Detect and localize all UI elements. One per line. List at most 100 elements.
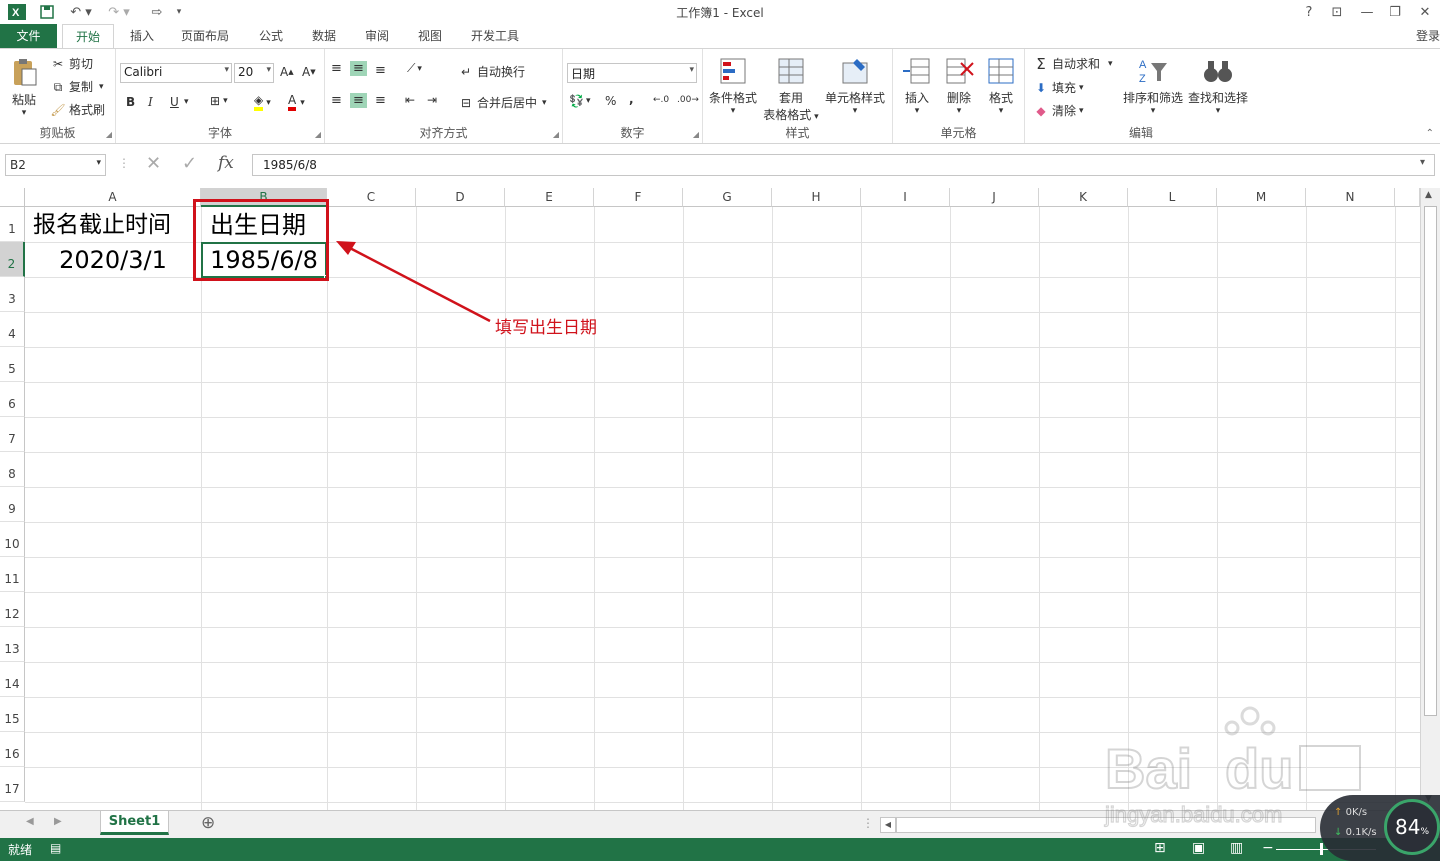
- column-header-d[interactable]: D: [416, 188, 505, 207]
- help-button[interactable]: ?: [1294, 2, 1324, 22]
- collapse-ribbon-icon[interactable]: ⌃: [1426, 128, 1434, 139]
- column-header-e[interactable]: E: [505, 188, 594, 207]
- column-header-a[interactable]: A: [25, 188, 201, 207]
- column-header-l[interactable]: L: [1128, 188, 1217, 207]
- close-icon[interactable]: ✕: [1410, 2, 1440, 22]
- orientation-icon[interactable]: ⟋ ▾: [407, 61, 422, 76]
- currency-format-icon[interactable]: 💱 ▾: [569, 94, 590, 108]
- cell-a2[interactable]: 2020/3/1: [25, 243, 201, 277]
- align-center-icon[interactable]: ≡: [350, 93, 367, 108]
- cell-styles-button[interactable]: 单元格样式 ▾: [823, 55, 887, 116]
- page-break-view-icon[interactable]: ▥: [1230, 840, 1243, 856]
- cancel-icon[interactable]: ✕: [146, 153, 161, 174]
- decrease-indent-icon[interactable]: ⇤: [405, 93, 415, 107]
- row-header-3[interactable]: 3: [0, 277, 25, 312]
- paste-button[interactable]: 粘贴 ▾: [4, 57, 44, 118]
- tab-developer[interactable]: 开发工具: [462, 24, 528, 49]
- clear-button[interactable]: ◆ 清除 ▾: [1033, 102, 1083, 119]
- insert-cells-button[interactable]: 插入 ▾: [897, 55, 937, 116]
- vertical-scrollbar[interactable]: ▲ ▼: [1420, 188, 1440, 810]
- normal-view-icon[interactable]: ⊞: [1154, 840, 1166, 856]
- find-select-button[interactable]: 查找和选择 ▾: [1185, 55, 1251, 116]
- column-header-m[interactable]: M: [1217, 188, 1306, 207]
- tab-page-layout[interactable]: 页面布局: [172, 24, 238, 49]
- column-header-i[interactable]: I: [861, 188, 950, 207]
- row-header-5[interactable]: 5: [0, 347, 25, 382]
- column-header-f[interactable]: F: [594, 188, 683, 207]
- column-header-h[interactable]: H: [772, 188, 861, 207]
- page-layout-view-icon[interactable]: ▣: [1192, 840, 1205, 856]
- increase-font-size-icon[interactable]: A ▲: [280, 65, 294, 79]
- align-top-icon[interactable]: ≡: [331, 61, 342, 76]
- row-header-12[interactable]: 12: [0, 592, 25, 627]
- dialog-launcher-icon[interactable]: ◢: [553, 130, 559, 139]
- column-header-k[interactable]: K: [1039, 188, 1128, 207]
- row-header-11[interactable]: 11: [0, 557, 25, 592]
- merge-center-button[interactable]: ⊟ 合并后居中 ▾: [458, 94, 547, 111]
- tab-formulas[interactable]: 公式: [250, 24, 292, 49]
- column-header-partial[interactable]: [1395, 188, 1420, 207]
- wrap-text-button[interactable]: ↵ 自动换行: [458, 63, 525, 80]
- column-header-c[interactable]: C: [327, 188, 416, 207]
- comma-style-button[interactable]: ,: [629, 92, 634, 106]
- zoom-out-icon[interactable]: −: [1262, 840, 1274, 856]
- italic-button[interactable]: I: [148, 95, 153, 109]
- borders-icon[interactable]: ⊞ ▾: [210, 94, 228, 108]
- sort-filter-button[interactable]: AZ 排序和筛选 ▾: [1121, 55, 1185, 116]
- autosum-button[interactable]: Σ 自动求和 ▾: [1033, 55, 1112, 72]
- font-name-select[interactable]: Calibri ▾: [120, 63, 232, 83]
- row-header-8[interactable]: 8: [0, 452, 25, 487]
- fill-button[interactable]: ⬇ 填充 ▾: [1033, 79, 1084, 96]
- percent-style-button[interactable]: %: [605, 94, 616, 108]
- zoom-slider-thumb[interactable]: [1320, 843, 1323, 855]
- dialog-launcher-icon[interactable]: ◢: [693, 130, 699, 139]
- cut-button[interactable]: ✂ 剪切: [50, 55, 93, 72]
- restore-icon[interactable]: ❐: [1380, 2, 1410, 22]
- underline-options-icon[interactable]: ▾: [184, 97, 189, 107]
- tab-file[interactable]: 文件: [0, 24, 57, 49]
- format-painter-button[interactable]: 🖌 格式刷: [50, 101, 105, 118]
- increase-indent-icon[interactable]: ⇥: [427, 93, 437, 107]
- row-header-14[interactable]: 14: [0, 662, 25, 697]
- tab-home[interactable]: 开始: [62, 24, 114, 49]
- font-size-select[interactable]: 20 ▾: [234, 63, 274, 83]
- column-header-g[interactable]: G: [683, 188, 772, 207]
- row-header-17[interactable]: 17: [0, 767, 25, 802]
- select-all-button[interactable]: [0, 188, 25, 207]
- decrease-decimal-icon[interactable]: .00→: [677, 95, 699, 105]
- vertical-scroll-thumb[interactable]: [1424, 206, 1437, 716]
- align-middle-icon[interactable]: ≡: [350, 61, 367, 76]
- increase-decimal-icon[interactable]: ←.0: [653, 95, 669, 105]
- ribbon-display-options-icon[interactable]: ⊡: [1322, 2, 1352, 22]
- number-format-select[interactable]: 日期 ▾: [567, 63, 697, 83]
- minimize-icon[interactable]: —: [1352, 2, 1382, 22]
- row-header-16[interactable]: 16: [0, 732, 25, 767]
- align-right-icon[interactable]: ≡: [375, 93, 386, 108]
- sign-in-link[interactable]: 登录: [1416, 27, 1440, 44]
- row-header-2[interactable]: 2: [0, 242, 25, 277]
- row-header-1[interactable]: 1: [0, 207, 25, 242]
- copy-button[interactable]: ⧉ 复制 ▾: [50, 78, 104, 95]
- row-header-10[interactable]: 10: [0, 522, 25, 557]
- decrease-font-size-icon[interactable]: A ▼: [302, 65, 316, 79]
- tab-split-handle[interactable]: ⋮: [862, 816, 874, 830]
- align-bottom-icon[interactable]: ≡: [375, 63, 386, 78]
- scroll-sheets-right-icon[interactable]: ▶: [54, 816, 62, 827]
- name-box[interactable]: B2 ▾: [5, 154, 106, 176]
- tab-view[interactable]: 视图: [409, 24, 451, 49]
- scroll-sheets-left-icon[interactable]: ◀: [26, 816, 34, 827]
- tab-review[interactable]: 审阅: [356, 24, 398, 49]
- delete-cells-button[interactable]: 删除 ▾: [939, 55, 979, 116]
- new-sheet-button[interactable]: ⊕: [201, 813, 215, 833]
- formula-bar-splitter[interactable]: ⋮: [118, 156, 130, 170]
- row-header-15[interactable]: 15: [0, 697, 25, 732]
- font-color-button[interactable]: A ▾: [288, 94, 305, 111]
- cell-a1[interactable]: 报名截止时间: [33, 208, 171, 242]
- fill-color-icon[interactable]: ◈ ▾: [254, 94, 271, 111]
- align-left-icon[interactable]: ≡: [331, 93, 342, 108]
- dialog-launcher-icon[interactable]: ◢: [315, 130, 321, 139]
- dialog-launcher-icon[interactable]: ◢: [106, 130, 112, 139]
- sheet-tab-sheet1[interactable]: Sheet1: [100, 811, 169, 835]
- expand-formula-bar-icon[interactable]: ▾: [1420, 157, 1425, 168]
- scroll-left-icon[interactable]: ◀: [880, 817, 896, 833]
